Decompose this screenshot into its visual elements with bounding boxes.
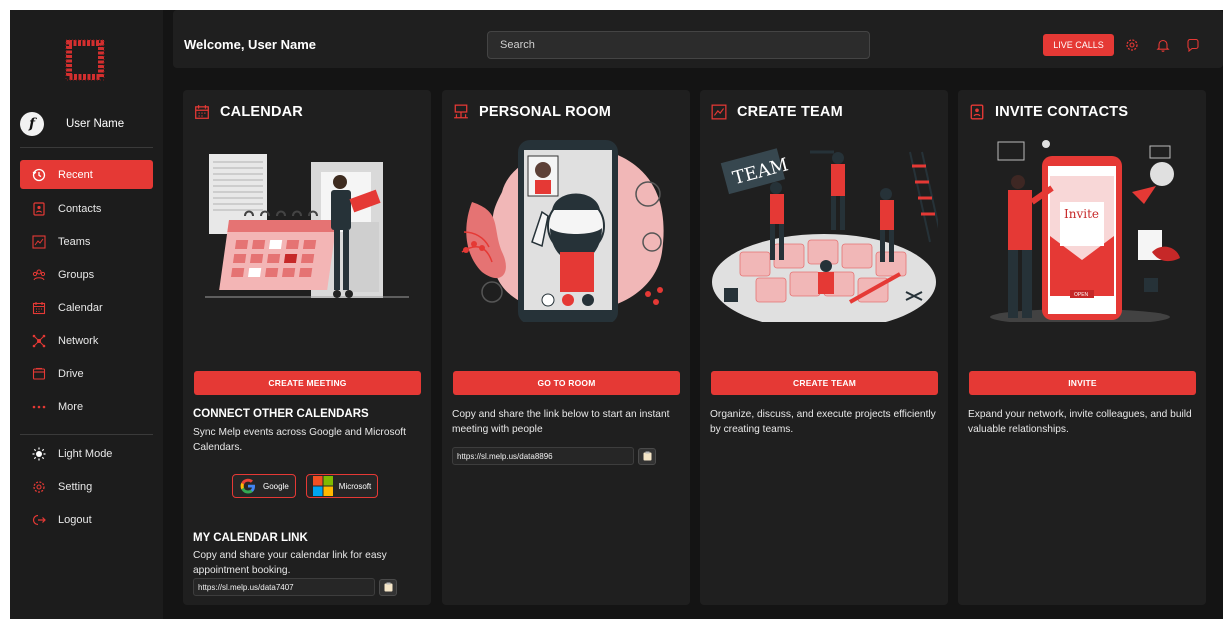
personal-room-card: PERSONAL ROOM GO TO ROOM Copy and share … — [442, 90, 690, 605]
card-title-text: CREATE TEAM — [737, 104, 843, 120]
card-title: CREATE TEAM — [711, 104, 843, 120]
settings-gear-icon[interactable] — [1125, 38, 1139, 52]
microsoft-calendar-button[interactable]: Microsoft — [305, 474, 379, 498]
sidebar-item-label: Groups — [58, 268, 95, 281]
card-title: INVITE CONTACTS — [969, 104, 1128, 120]
connect-calendars-desc: Sync Melp events across Google and Micro… — [193, 427, 406, 453]
sidebar-user[interactable]: f User Name — [20, 110, 124, 138]
drive-icon — [32, 367, 46, 381]
sidebar-user-name: User Name — [66, 118, 125, 130]
card-title-text: INVITE CONTACTS — [995, 104, 1129, 120]
sidebar-item-label: Drive — [58, 367, 84, 380]
live-calls-button[interactable]: LIVE CALLS — [1043, 34, 1114, 56]
sidebar-item-logout[interactable]: Logout — [20, 505, 153, 534]
create-team-button[interactable]: CREATE TEAM — [711, 371, 938, 395]
sidebar-item-setting[interactable]: Setting — [20, 472, 153, 501]
google-calendar-button[interactable]: Google — [232, 474, 296, 498]
copy-calendar-link-button[interactable] — [379, 578, 397, 596]
go-to-room-button[interactable]: GO TO ROOM — [453, 371, 680, 395]
sidebar-item-label: Teams — [58, 235, 91, 248]
invite-contacts-desc: Expand your network, invite colleagues, … — [968, 409, 1192, 435]
card-title-text: PERSONAL ROOM — [479, 104, 612, 120]
create-team-card: CREATE TEAM TEAM CREATE TEAM Organize, d — [700, 90, 948, 605]
sidebar-item-label: Setting — [58, 480, 93, 493]
sidebar-item-calendar[interactable]: Calendar — [20, 293, 153, 322]
sidebar-item-label: Network — [58, 334, 99, 347]
microsoft-label: Microsoft — [338, 481, 372, 491]
sidebar-item-label: Recent — [58, 168, 93, 181]
network-icon — [32, 334, 46, 348]
sidebar-item-label: Calendar — [58, 301, 103, 314]
card-title: PERSONAL ROOM — [453, 104, 611, 120]
calendar-link-heading: MY CALENDAR LINK — [193, 532, 308, 544]
sidebar-item-drive[interactable]: Drive — [20, 359, 153, 388]
welcome-text: Welcome, User Name — [184, 37, 316, 52]
gear-icon — [32, 480, 46, 494]
calendar-card: CALENDAR CREATE MEETING CONNECT OTHER CA… — [183, 90, 431, 605]
top-header: Welcome, User Name LIVE CALLS — [173, 10, 1223, 68]
personal-room-icon — [454, 104, 468, 119]
contacts-icon — [32, 201, 46, 216]
clipboard-icon — [643, 451, 651, 461]
groups-icon — [32, 268, 46, 282]
connect-calendars-heading: CONNECT OTHER CALENDARS — [193, 408, 369, 420]
invite-contacts-card: INVITE CONTACTS Invite OPEN INVITE Expan… — [958, 90, 1206, 605]
avatar: f — [20, 112, 44, 136]
bell-icon[interactable] — [1156, 38, 1170, 52]
contacts-icon — [970, 104, 984, 120]
clipboard-icon — [384, 582, 392, 592]
logout-icon — [32, 513, 46, 527]
sidebar: f User Name Recent Contacts Teams Groups… — [10, 10, 163, 619]
sidebar-item-network[interactable]: Network — [20, 326, 153, 355]
google-icon — [240, 478, 255, 494]
calendar-icon — [32, 301, 46, 315]
sidebar-item-light-mode[interactable]: Light Mode — [20, 439, 153, 468]
sidebar-item-teams[interactable]: Teams — [20, 227, 153, 256]
invite-button[interactable]: INVITE — [969, 371, 1196, 395]
card-title-text: CALENDAR — [220, 104, 303, 120]
personal-room-desc: Copy and share the link below to start a… — [452, 409, 670, 435]
microsoft-icon — [312, 476, 333, 496]
calendar-illustration — [205, 154, 409, 298]
sidebar-item-recent[interactable]: Recent — [20, 160, 153, 189]
app-root: f User Name Recent Contacts Teams Groups… — [10, 10, 1223, 619]
invite-word: Invite — [1064, 207, 1099, 221]
calendar-provider-buttons: Google Microsoft — [232, 474, 388, 498]
sidebar-item-label: More — [58, 400, 84, 413]
copy-room-link-button[interactable] — [638, 447, 656, 465]
room-link-field[interactable]: https://sl.melp.us/data8896 — [452, 447, 634, 465]
sidebar-item-label: Logout — [58, 513, 92, 526]
sidebar-divider — [20, 147, 153, 148]
teams-icon — [711, 104, 727, 120]
personal-room-illustration — [461, 140, 664, 322]
sidebar-item-more[interactable]: More — [20, 392, 153, 421]
open-word: OPEN — [1074, 292, 1089, 298]
clock-icon — [32, 168, 46, 182]
chat-bubble-icon[interactable] — [1186, 38, 1200, 52]
calendar-icon — [195, 105, 209, 119]
calendar-link-desc: Copy and share your calendar link for ea… — [193, 550, 387, 576]
sidebar-divider — [20, 434, 153, 435]
sun-icon — [32, 447, 46, 461]
sidebar-item-groups[interactable]: Groups — [20, 260, 153, 289]
more-dots-icon — [32, 400, 46, 414]
sidebar-item-label: Contacts — [58, 202, 102, 215]
google-label: Google — [263, 481, 289, 491]
create-meeting-button[interactable]: CREATE MEETING — [194, 371, 421, 395]
sidebar-item-contacts[interactable]: Contacts — [20, 194, 153, 223]
calendar-link-row: https://sl.melp.us/data7407 — [193, 578, 397, 596]
card-title: CALENDAR — [194, 104, 303, 120]
app-logo-icon — [65, 39, 105, 81]
calendar-link-field[interactable]: https://sl.melp.us/data7407 — [193, 578, 375, 596]
sidebar-item-label: Light Mode — [58, 447, 113, 460]
teams-icon — [32, 234, 46, 249]
create-team-illustration: TEAM — [712, 148, 938, 322]
invite-contacts-illustration: Invite OPEN — [990, 140, 1180, 322]
room-link-row: https://sl.melp.us/data8896 — [452, 447, 656, 465]
search-input[interactable] — [487, 31, 870, 59]
create-team-desc: Organize, discuss, and execute projects … — [710, 409, 936, 435]
